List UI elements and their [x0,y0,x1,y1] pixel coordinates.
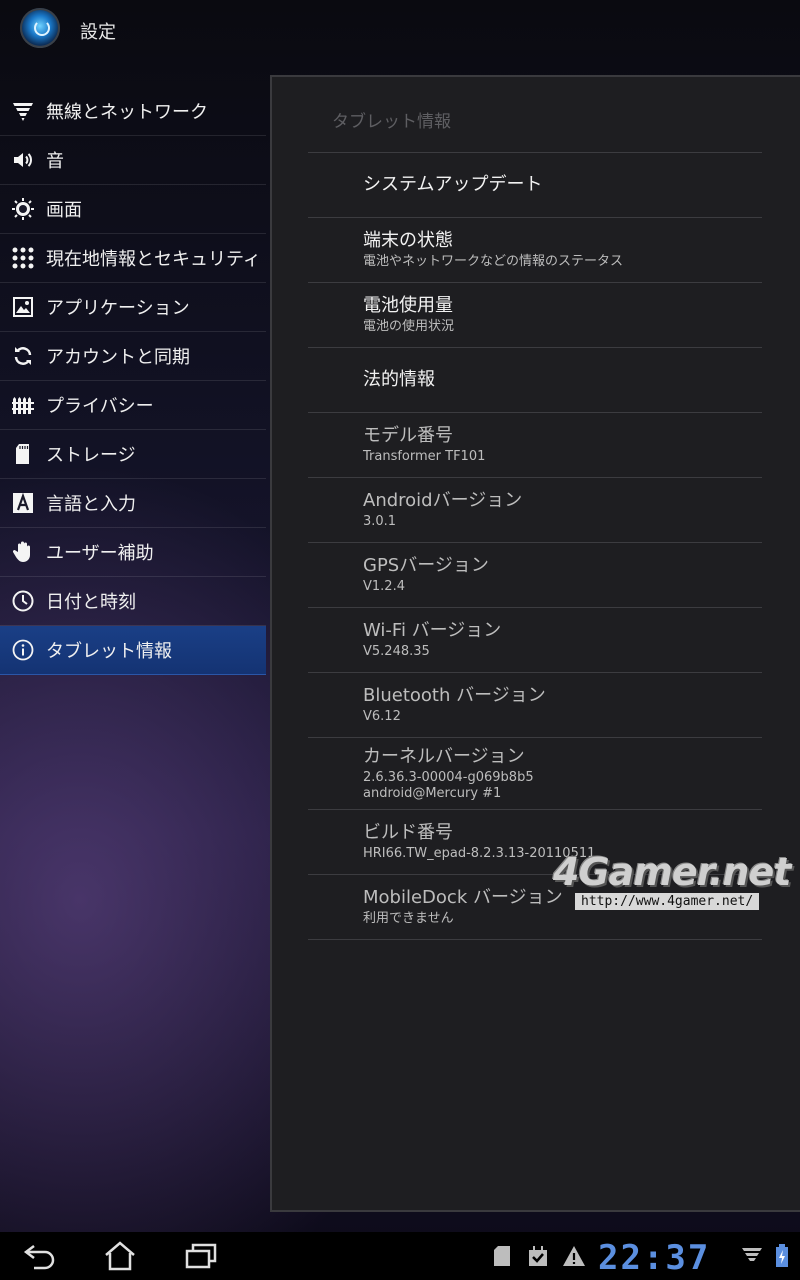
sidebar-item-date-time[interactable]: 日付と時刻 [0,577,266,626]
settings-screen: 設定 無線とネットワーク 音 画面 現在地情報とセキュリティ アプリケーション … [0,0,800,1280]
row-title: モデル番号 [363,425,453,446]
kernel-version-row: カーネルバージョン 2.6.36.3-00004-g069b8b5 androi… [308,738,762,810]
row-title: GPSバージョン [363,555,489,576]
android-version-row: Androidバージョン 3.0.1 [308,478,762,543]
sidebar-item-accessibility[interactable]: ユーザー補助 [0,528,266,577]
battery-usage-row[interactable]: 電池使用量 電池の使用状況 [308,283,762,348]
grid-dots-icon [0,246,46,270]
row-subtitle: 3.0.1 [363,514,397,529]
battery-charging-icon[interactable] [770,1244,794,1272]
sync-icon [0,344,46,368]
status-clock[interactable]: 22:37 [598,1238,710,1278]
warning-icon[interactable] [562,1244,586,1272]
sidebar-item-accounts-sync[interactable]: アカウントと同期 [0,332,266,381]
info-icon [0,638,46,662]
sidebar-item-tablet-info[interactable]: タブレット情報 [0,626,266,675]
watermark: 4Gamer.net http://www.4gamer.net/ [553,850,791,916]
tablet-info-panel: タブレット情報 システムアップデート 端末の状態 電池やネットワークなどの情報の… [270,75,800,1212]
hand-icon [0,540,46,564]
row-title: Wi-Fi バージョン [363,620,502,641]
sidebar-item-applications[interactable]: アプリケーション [0,283,266,332]
sd-card-icon[interactable] [490,1244,514,1272]
sidebar-item-sound[interactable]: 音 [0,136,266,185]
row-title: ビルド番号 [363,822,453,843]
row-title: 端末の状態 [363,230,453,251]
row-title: 法的情報 [363,369,435,390]
row-subtitle: 電池やネットワークなどの情報のステータス [363,254,624,269]
tablet-info-list: タブレット情報 システムアップデート 端末の状態 電池やネットワークなどの情報の… [308,77,762,940]
row-title: Androidバージョン [363,490,523,511]
row-title: カーネルバージョン [363,745,525,767]
row-subtitle: V6.12 [363,709,401,724]
watermark-url: http://www.4gamer.net/ [575,893,760,910]
sidebar-item-storage[interactable]: ストレージ [0,430,266,479]
row-title: システムアップデート [363,174,543,195]
row-subtitle: Transformer TF101 [363,449,486,464]
clock-icon [0,589,46,613]
device-status-row[interactable]: 端末の状態 電池やネットワークなどの情報のステータス [308,218,762,283]
sidebar-item-wireless[interactable]: 無線とネットワーク [0,87,266,136]
row-subtitle: V1.2.4 [363,579,405,594]
row-subtitle-2: android@Mercury #1 [363,785,502,801]
watermark-logo: 4Gamer.net [553,850,791,894]
sidebar-item-privacy[interactable]: プライバシー [0,381,266,430]
sd-card-icon [0,442,46,466]
language-a-icon [0,491,46,515]
row-subtitle: 電池の使用状況 [363,319,455,334]
row-subtitle: 2.6.36.3-00004-g069b8b5 [363,769,534,785]
row-title: 電池使用量 [363,295,453,316]
row-title: Bluetooth バージョン [363,685,546,706]
row-subtitle: V5.248.35 [363,644,430,659]
bluetooth-version-row: Bluetooth バージョン V6.12 [308,673,762,738]
section-title: タブレット情報 [308,77,762,153]
recent-apps-icon[interactable] [182,1240,222,1272]
system-update-row[interactable]: システムアップデート [308,153,762,218]
speaker-icon [0,148,46,172]
title-bar: 設定 [0,0,800,58]
application-icon [0,295,46,319]
download-check-icon[interactable] [526,1244,550,1272]
legal-info-row[interactable]: 法的情報 [308,348,762,413]
wifi-signal-icon [0,99,46,123]
wifi-version-row: Wi-Fi バージョン V5.248.35 [308,608,762,673]
sidebar-item-language-input[interactable]: 言語と入力 [0,479,266,528]
settings-app-icon[interactable] [20,8,60,48]
model-number-row: モデル番号 Transformer TF101 [308,413,762,478]
fence-icon [0,393,46,417]
settings-sidebar: 無線とネットワーク 音 画面 現在地情報とセキュリティ アプリケーション アカウ… [0,87,266,675]
home-icon[interactable] [100,1240,140,1272]
sidebar-item-location-security[interactable]: 現在地情報とセキュリティ [0,234,266,283]
system-bar: 22:37 [0,1232,800,1280]
app-title: 設定 [80,22,116,43]
brightness-icon [0,197,46,221]
sidebar-item-display[interactable]: 画面 [0,185,266,234]
signal-icon[interactable] [740,1244,764,1272]
back-icon[interactable] [20,1240,60,1272]
gps-version-row: GPSバージョン V1.2.4 [308,543,762,608]
